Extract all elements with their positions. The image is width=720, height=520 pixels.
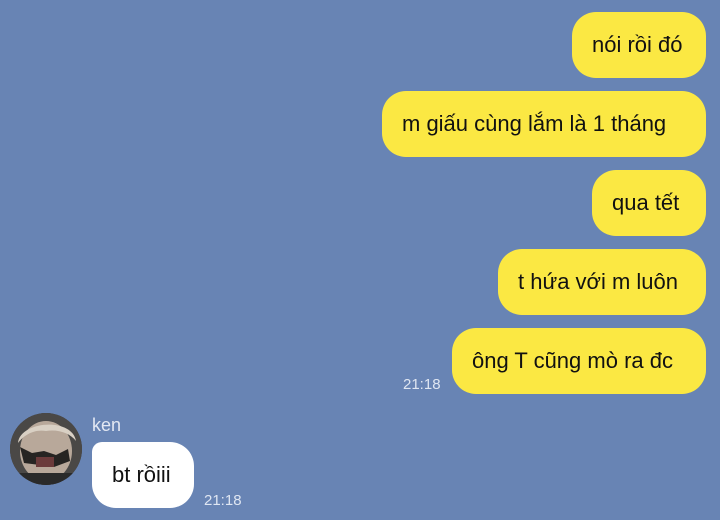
user-photo-avatar-icon: [10, 413, 82, 485]
outgoing-message-timestamp: 21:18: [403, 376, 441, 393]
sender-avatar[interactable]: [10, 413, 82, 485]
outgoing-message-bubble[interactable]: ông T cũng mò ra đc: [452, 328, 706, 394]
incoming-message-bubble[interactable]: bt rồiii: [92, 442, 194, 508]
outgoing-message-bubble[interactable]: t hứa với m luôn: [498, 249, 706, 315]
sender-name: ken: [92, 415, 122, 435]
outgoing-message-bubble[interactable]: m giấu cùng lắm là 1 tháng: [382, 91, 706, 157]
outgoing-message-bubble[interactable]: nói rồi đó: [572, 12, 706, 78]
incoming-message-timestamp: 21:18: [204, 492, 242, 509]
outgoing-message-bubble[interactable]: qua tết: [592, 170, 706, 236]
